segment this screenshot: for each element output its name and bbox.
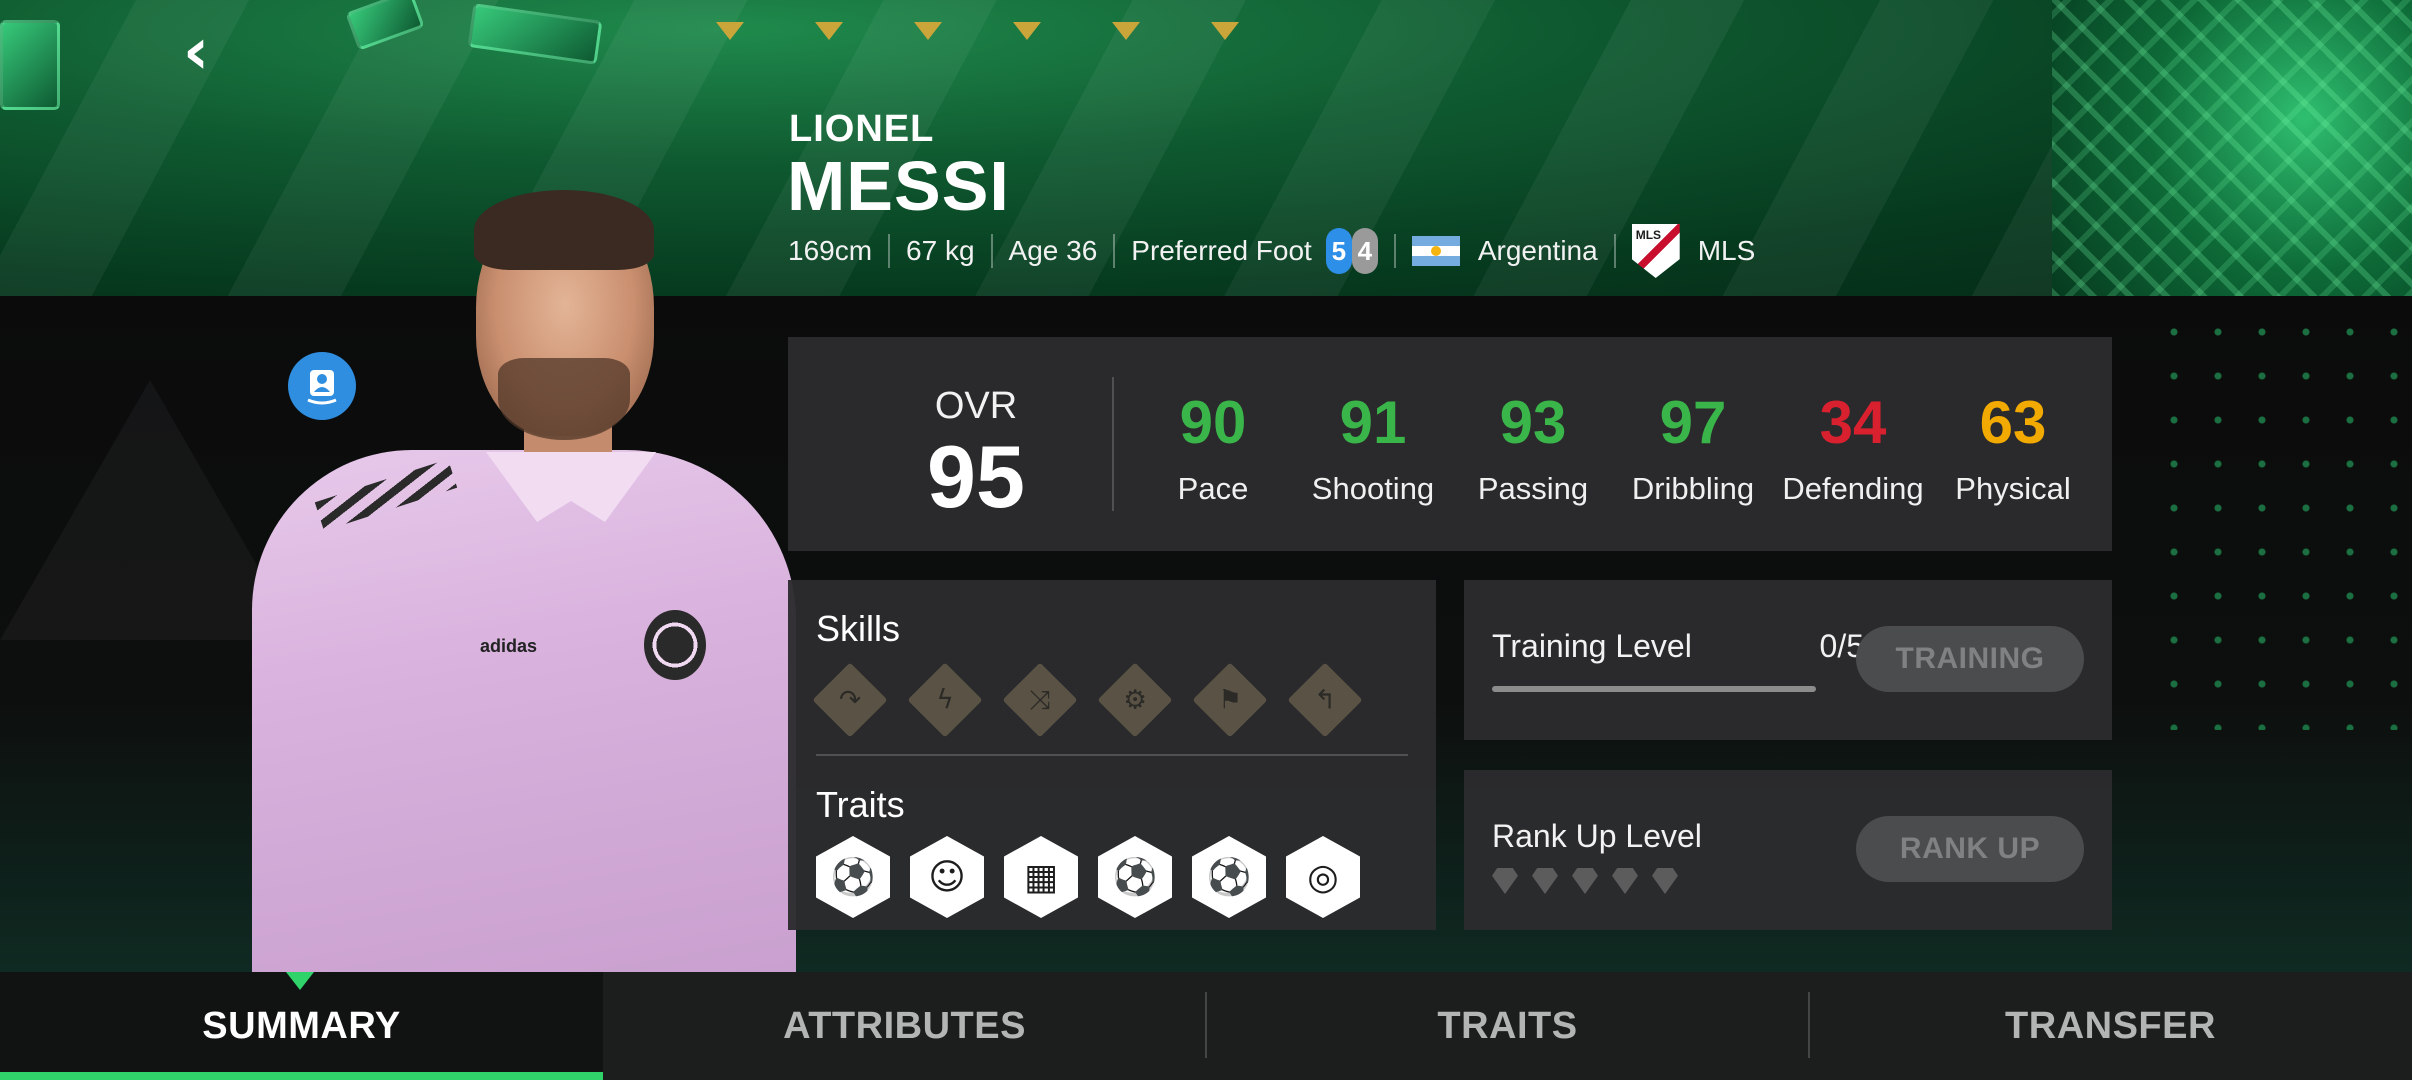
stat-value: 91 [1339,389,1407,456]
player-first-name: LIONEL [789,108,935,150]
bottom-tab-bar: SUMMARY ATTRIBUTES TRAITS TRANSFER [0,972,2412,1080]
rank-up-indicators [1492,868,1678,894]
player-last-name: MESSI [787,147,1010,225]
star-icon [914,22,942,40]
player-nation: Argentina [1477,235,1598,266]
player-info-row: 169cm 67 kg Age 36 Preferred Foot 5 4 Ar… [788,224,1756,278]
stat-label: Shooting [1311,471,1435,506]
training-level-label: Training Level [1492,628,1692,664]
turn-arrow-icon[interactable]: ↰ [1287,662,1363,738]
right-foot-rating: 4 [1351,228,1378,274]
stat-physical: 63 Physical [1928,389,2098,507]
star-icon [1013,22,1041,40]
stats-card: OVR 95 90 Pace 91 Shooting 93 Passing 97… [788,337,2112,551]
decoration-dots [2152,310,2412,730]
star-icon [1211,22,1239,40]
player-jersey [252,450,796,972]
stat-dribbling: 97 Dribbling [1608,389,1778,507]
star-icon [815,22,843,40]
divider [1613,234,1616,268]
stat-shooting: 91 Shooting [1288,389,1458,507]
stat-label: Dribbling [1631,471,1755,506]
celebrating-player-icon[interactable]: ☺ [910,836,984,918]
rank-gem-icon [1652,868,1678,894]
person-rotate-icon [307,370,337,405]
stat-value: 90 [1179,389,1247,456]
divider [990,234,993,268]
stat-label: Passing [1477,471,1589,506]
player-ball-icon[interactable]: ⚽ [1192,836,1266,918]
player-weight: 67 kg [906,235,975,266]
stat-value: 97 [1659,389,1727,456]
stats-divider [1112,377,1114,511]
stat-label: Pace [1177,471,1249,506]
traits-row: ⚽ ☺ ▦ ⚽ ⚽ ◎ [816,836,1360,918]
head-gear-icon[interactable]: ⚙ [1097,662,1173,738]
training-panel: Training Level 0/5 TRAINING [1464,580,2112,740]
stat-value: 93 [1499,389,1567,456]
brand-logo: adidas [480,636,538,656]
rank-gem-icon [1612,868,1638,894]
skills-traits-panel: Skills ↷ ϟ ⤨ ⚙ ⚑ ↰ Traits ⚽ ☺ ▦ ⚽ ⚽ ◎ [788,580,1436,930]
preferred-foot-badges: 5 4 [1325,228,1378,274]
player-league: MLS [1697,235,1756,266]
tab-traits[interactable]: TRAITS [1206,972,1809,1080]
running-player-icon[interactable]: ⚑ [1192,662,1268,738]
preferred-foot-label: Preferred Foot [1131,235,1312,266]
active-tab-marker-icon [286,972,314,990]
player-view-button[interactable] [288,352,356,420]
stat-defending: 34 Defending [1768,389,1938,507]
boot-target-icon[interactable]: ◎ [1286,836,1360,918]
rank-gem-icon [1492,868,1518,894]
stat-value: 63 [1979,389,2047,456]
traits-title: Traits [816,784,905,825]
training-level-count: 0/5 [1819,628,1864,664]
training-progress-bar [1492,686,1816,692]
lightning-icon[interactable]: ϟ [907,662,983,738]
club-crest-icon [644,610,706,680]
power-ball-icon[interactable]: ⚽ [816,836,890,918]
skills-title: Skills [816,608,901,649]
ovr-value: 95 [927,427,1025,526]
goal-net-icon[interactable]: ▦ [1004,836,1078,918]
rank-gem-icon [1532,868,1558,894]
swerve-icon[interactable]: ↷ [812,662,888,738]
rank-up-panel: Rank Up Level RANK UP [1464,770,2112,930]
rank-up-level-label: Rank Up Level [1492,818,1702,854]
training-button[interactable]: TRAINING [1856,626,2084,692]
divider [888,234,891,268]
player-age: Age 36 [1008,235,1098,266]
divider [1393,234,1396,268]
tab-divider [1808,992,1810,1058]
star-icon [716,22,744,40]
star-icon [1112,22,1140,40]
section-divider [816,754,1408,756]
dribble-path-icon[interactable]: ⤨ [1002,662,1078,738]
stat-label: Physical [1955,471,2071,506]
star-rating [716,22,1239,40]
tab-attributes[interactable]: ATTRIBUTES [603,972,1206,1080]
divider [1113,234,1116,268]
player-render: adidas [236,190,796,972]
crystal-decoration [2052,0,2412,296]
rank-gem-icon [1572,868,1598,894]
player-beard [498,358,630,440]
left-foot-rating: 5 [1325,228,1352,274]
rank-up-button[interactable]: RANK UP [1856,816,2084,882]
player-hair [474,190,654,270]
stat-passing: 93 Passing [1448,389,1618,507]
skills-row: ↷ ϟ ⤨ ⚙ ⚑ ↰ [812,662,1363,738]
back-chevron-icon[interactable]: ‹ [166,20,226,84]
ovr-label: OVR [934,385,1018,427]
stat-value: 34 [1819,389,1887,456]
player-height: 169cm [788,235,873,266]
tab-divider [1205,992,1207,1058]
ball-header-icon[interactable]: ⚽ [1098,836,1172,918]
stat-label: Defending [1782,471,1924,506]
argentina-flag-icon [1411,236,1460,266]
mls-league-logo: MLS [1631,224,1680,278]
tab-transfer[interactable]: TRANSFER [1809,972,2412,1080]
stat-pace: 90 Pace [1128,389,1298,507]
